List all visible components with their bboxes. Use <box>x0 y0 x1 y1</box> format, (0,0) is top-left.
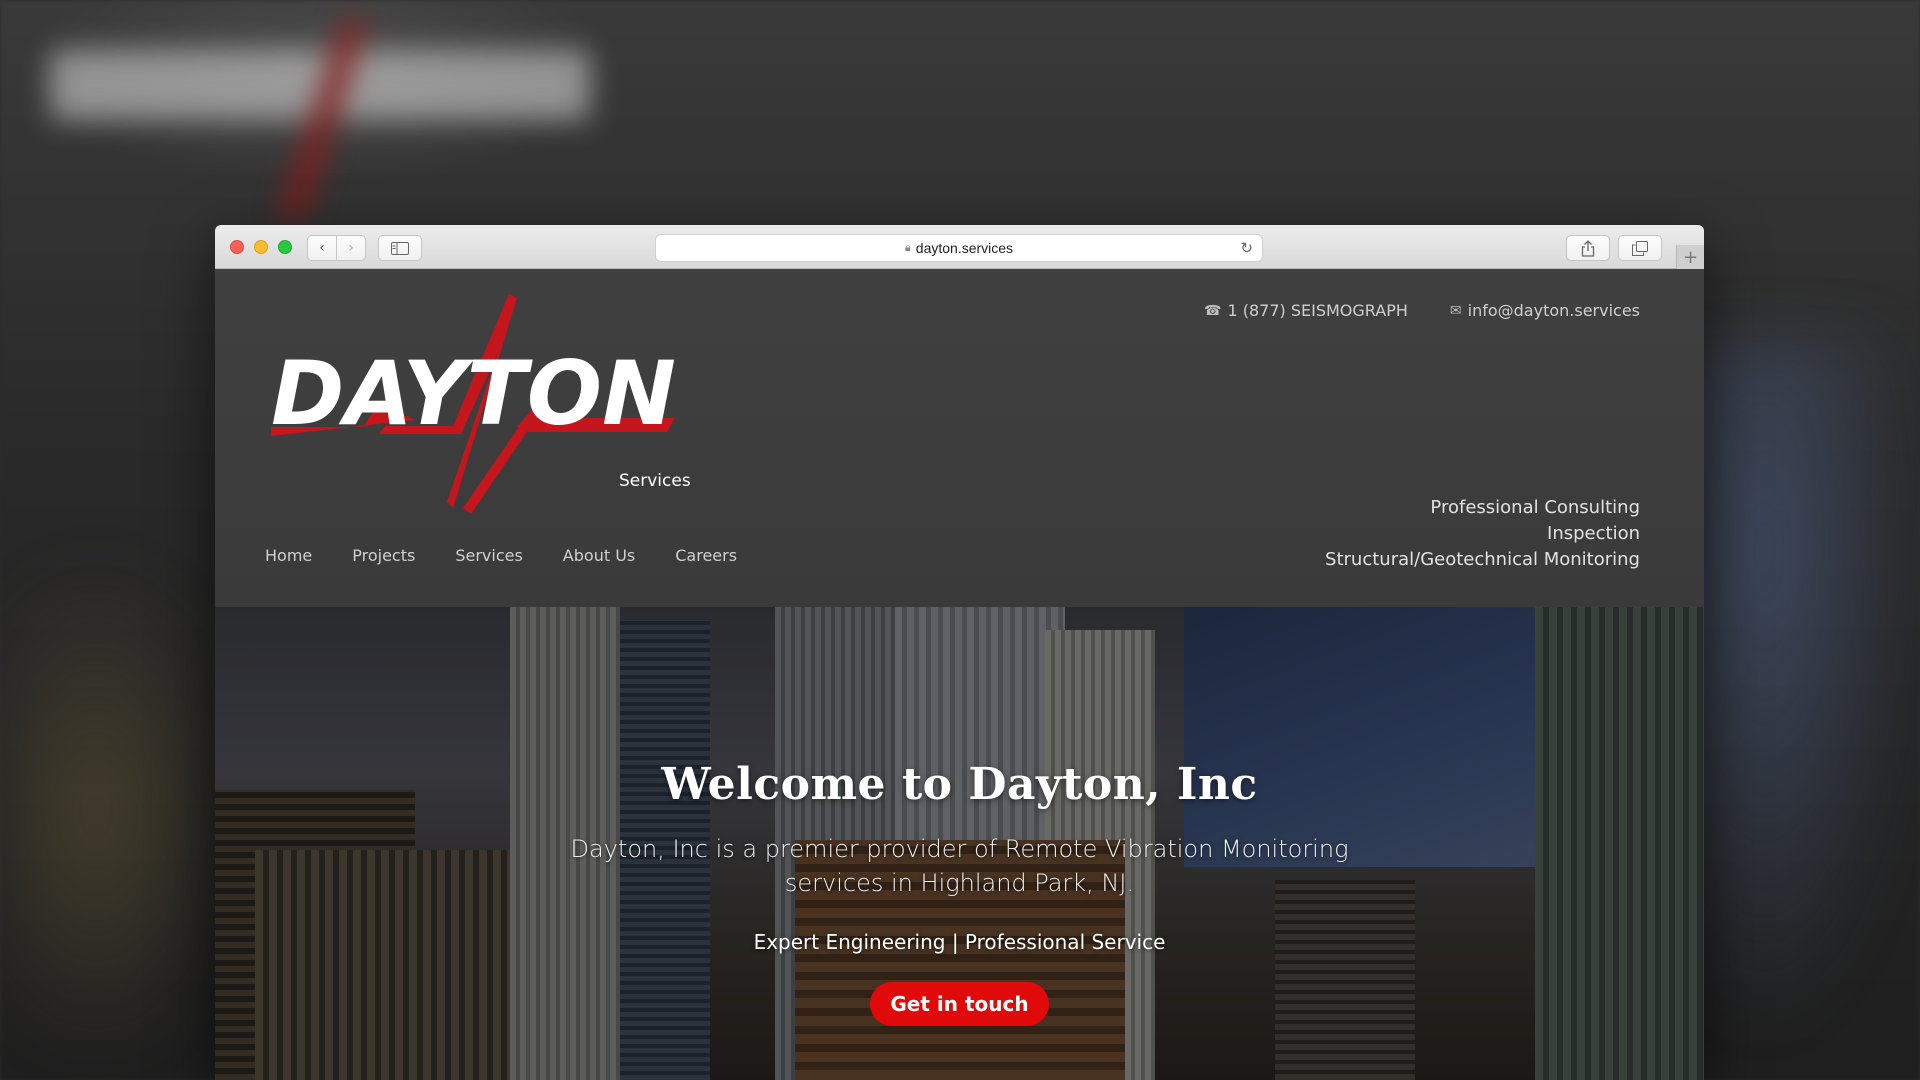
chevron-right-icon: › <box>348 240 354 256</box>
blurred-background-left <box>0 560 240 1060</box>
phone-icon: ☎︎ <box>1204 302 1222 319</box>
hero-subtitle: Expert Engineering | Professional Servic… <box>753 930 1166 954</box>
show-tabs-button[interactable] <box>1618 235 1662 261</box>
share-button[interactable] <box>1566 235 1610 261</box>
nav-services[interactable]: Services <box>455 546 522 565</box>
service-taglines: Professional Consulting Inspection Struc… <box>1325 495 1640 573</box>
nav-careers[interactable]: Careers <box>675 546 737 565</box>
chevron-left-icon: ‹ <box>319 240 325 256</box>
get-in-touch-button[interactable]: Get in touch <box>870 982 1049 1026</box>
email-link[interactable]: ✉︎ info@dayton.services <box>1450 301 1640 320</box>
hero-title: Welcome to Dayton, Inc <box>661 759 1258 810</box>
sidebar-toggle-button[interactable] <box>378 235 422 261</box>
hero-content: Welcome to Dayton, Inc Dayton, Inc is a … <box>215 759 1704 1026</box>
envelope-icon: ✉︎ <box>1449 302 1462 319</box>
share-icon <box>1581 239 1595 257</box>
forward-button[interactable]: › <box>336 235 366 261</box>
address-bar-url: dayton.services <box>915 240 1014 256</box>
tabs-icon <box>1632 240 1648 256</box>
hero-description: Dayton, Inc is a premier provider of Rem… <box>570 835 1349 897</box>
email-address: info@dayton.services <box>1467 301 1640 320</box>
browser-window: ‹ › 🔒︎ dayton.services ↻ + DAYTON Servic… <box>215 225 1704 1080</box>
site-header: DAYTON Services ☎︎ 1 (877) SEISMOGRAPH ✉… <box>215 269 1704 607</box>
tagline-consulting: Professional Consulting <box>1430 497 1640 518</box>
browser-toolbar: ‹ › 🔒︎ dayton.services ↻ + <box>215 225 1704 269</box>
plus-icon: + <box>1682 246 1699 268</box>
tagline-inspection: Inspection <box>1547 523 1640 544</box>
sidebar-icon <box>391 241 409 255</box>
tagline-monitoring: Structural/Geotechnical Monitoring <box>1325 549 1640 570</box>
hero-section: Welcome to Dayton, Inc Dayton, Inc is a … <box>215 607 1704 1080</box>
dayton-logo[interactable]: DAYTON Services <box>267 294 691 514</box>
lock-icon: 🔒︎ <box>904 241 911 254</box>
phone-link[interactable]: ☎︎ 1 (877) SEISMOGRAPH <box>1204 301 1408 320</box>
main-navigation: Home Projects Services About Us Careers <box>265 546 737 565</box>
new-tab-button[interactable]: + <box>1676 245 1704 269</box>
logo-wordmark: DAYTON <box>271 342 676 445</box>
blurred-background-logo <box>40 20 600 220</box>
nav-home[interactable]: Home <box>265 546 312 565</box>
nav-projects[interactable]: Projects <box>352 546 415 565</box>
window-controls <box>230 240 292 254</box>
phone-number: 1 (877) SEISMOGRAPH <box>1227 301 1408 320</box>
logo-subtitle: Services <box>619 471 691 491</box>
back-button[interactable]: ‹ <box>307 235 337 261</box>
reload-icon[interactable]: ↻ <box>1240 239 1253 257</box>
nav-about-us[interactable]: About Us <box>563 546 635 565</box>
contact-info: ☎︎ 1 (877) SEISMOGRAPH ✉︎ info@dayton.se… <box>1204 301 1640 320</box>
maximize-window-button[interactable] <box>278 240 292 254</box>
minimize-window-button[interactable] <box>254 240 268 254</box>
close-window-button[interactable] <box>230 240 244 254</box>
address-bar[interactable]: 🔒︎ dayton.services ↻ <box>655 234 1263 262</box>
